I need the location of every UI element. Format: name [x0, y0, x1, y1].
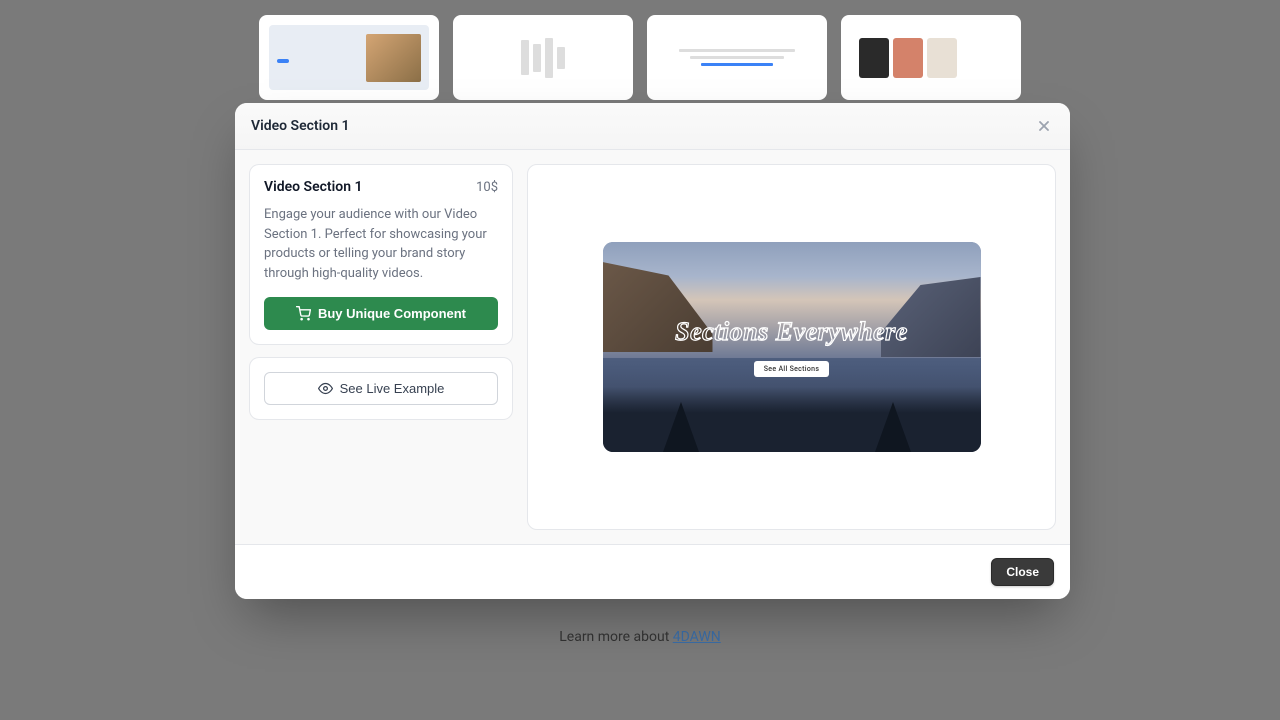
preview-cta-button: See All Sections	[754, 361, 829, 377]
close-button[interactable]: Close	[991, 558, 1054, 586]
close-icon-button[interactable]	[1034, 116, 1054, 136]
modal-overlay: Video Section 1 Video Section 1 10$ Enga…	[0, 0, 1280, 720]
modal-header: Video Section 1	[235, 103, 1070, 150]
modal-footer: Close	[235, 544, 1070, 599]
left-column: Video Section 1 10$ Engage your audience…	[249, 164, 513, 530]
preview-image: Sections Everywhere See All Sections	[603, 242, 981, 452]
eye-icon	[318, 381, 333, 396]
modal-body: Video Section 1 10$ Engage your audience…	[235, 150, 1070, 544]
cart-icon	[296, 306, 311, 321]
product-card: Video Section 1 10$ Engage your audience…	[249, 164, 513, 345]
see-live-label: See Live Example	[340, 381, 445, 396]
preview-hero-text: Sections Everywhere	[675, 317, 908, 347]
modal-dialog: Video Section 1 Video Section 1 10$ Enga…	[235, 103, 1070, 599]
modal-title: Video Section 1	[251, 118, 350, 134]
x-icon	[1037, 119, 1051, 133]
buy-button-label: Buy Unique Component	[318, 306, 466, 321]
see-live-button[interactable]: See Live Example	[264, 372, 498, 405]
product-price: 10$	[476, 180, 498, 195]
product-title: Video Section 1	[264, 179, 363, 195]
product-description: Engage your audience with our Video Sect…	[264, 205, 498, 283]
see-live-card: See Live Example	[249, 357, 513, 420]
buy-button[interactable]: Buy Unique Component	[264, 297, 498, 330]
preview-panel: Sections Everywhere See All Sections	[527, 164, 1056, 530]
